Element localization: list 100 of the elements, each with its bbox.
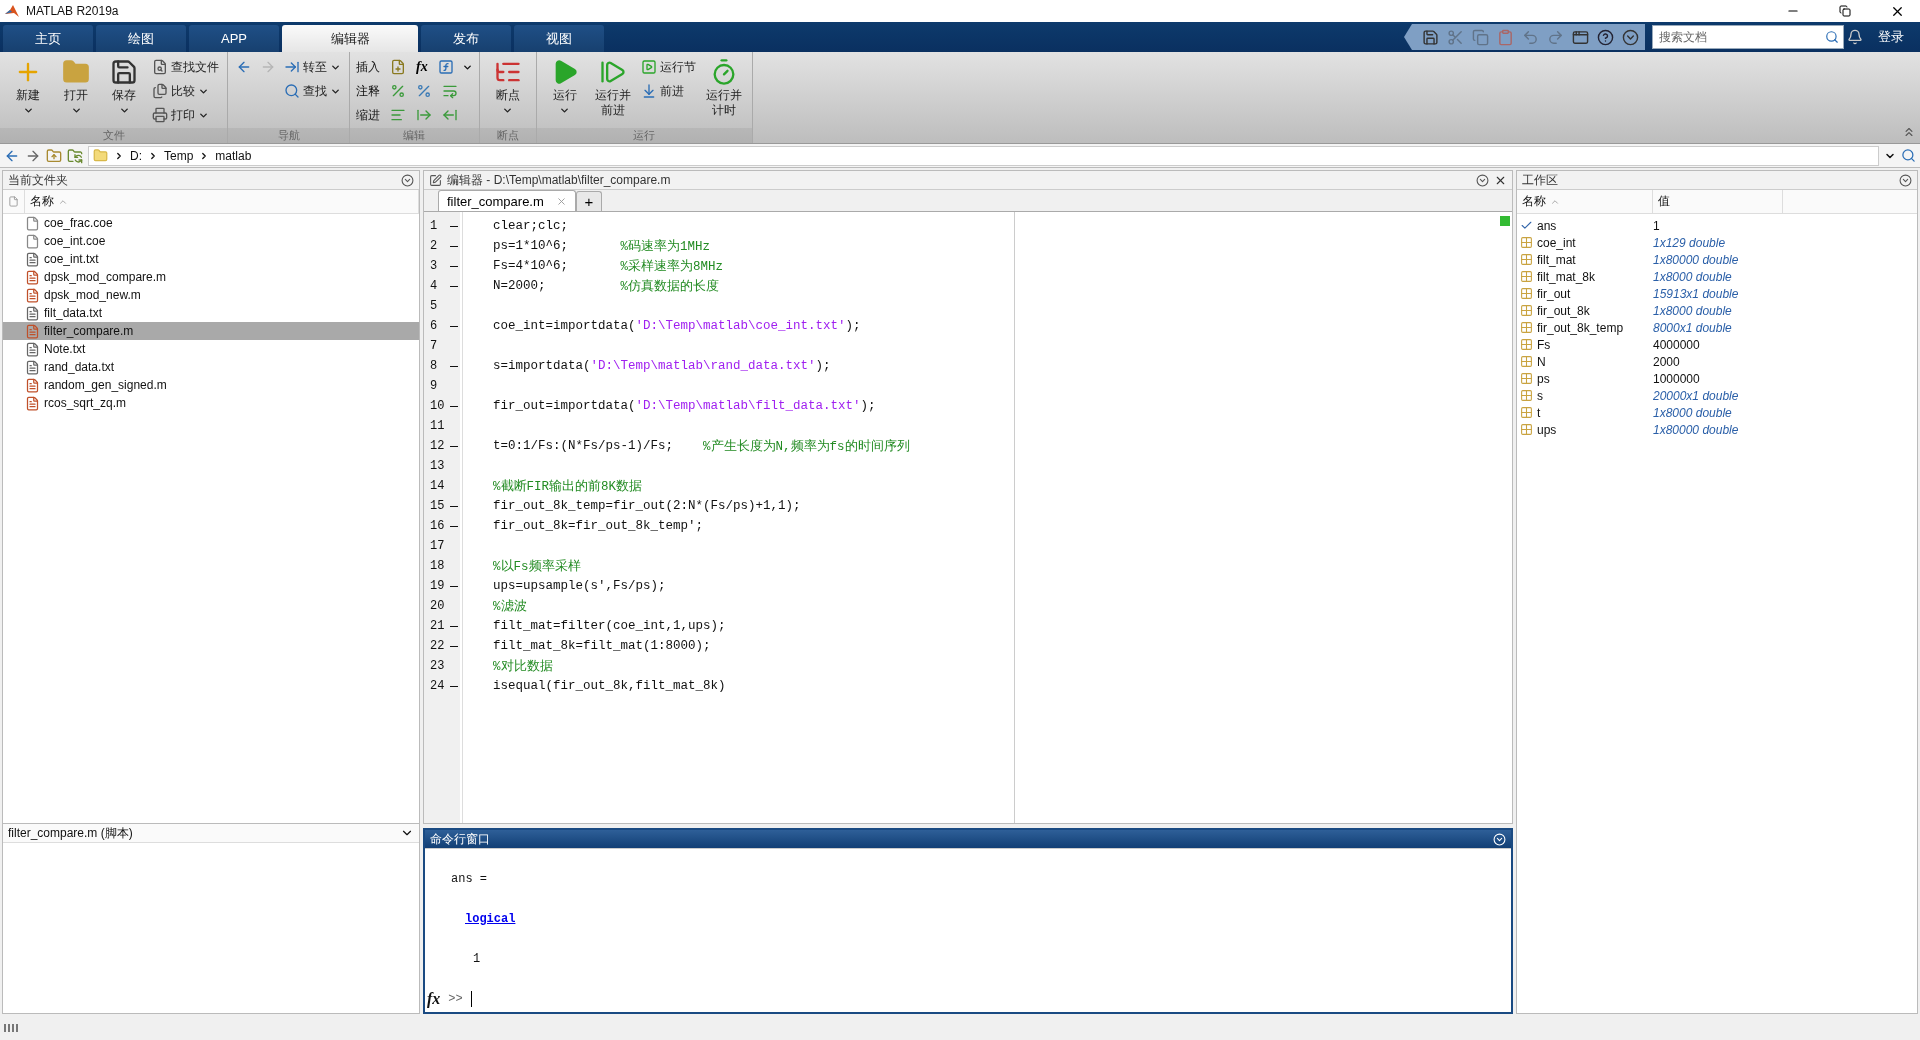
line-number: 15 bbox=[430, 499, 445, 513]
variable-name: ans bbox=[1517, 218, 1653, 233]
files-icon bbox=[152, 83, 168, 99]
ribbon-tab[interactable]: 编辑器 bbox=[282, 25, 418, 52]
toolbar-button[interactable]: 运行 bbox=[542, 56, 587, 118]
file-item[interactable]: filter_compare.m bbox=[3, 322, 419, 340]
breakpoint-marker[interactable] bbox=[450, 285, 458, 287]
panel-menu-icon[interactable] bbox=[1476, 173, 1489, 187]
quick-access-button[interactable] bbox=[1622, 28, 1639, 46]
quick-access-button[interactable] bbox=[1572, 28, 1589, 46]
quick-access-button[interactable] bbox=[1597, 28, 1614, 46]
variable-row[interactable]: ups 1x80000 double bbox=[1517, 421, 1917, 438]
search-field[interactable]: 搜索文档 bbox=[1652, 25, 1844, 49]
address-field[interactable]: D: Temp matlab bbox=[88, 145, 1879, 166]
variable-row[interactable]: fir_out 15913x1 double bbox=[1517, 285, 1917, 302]
file-item[interactable]: coe_frac.coe bbox=[3, 214, 419, 232]
toolbar-button[interactable]: 查找文件 bbox=[150, 56, 221, 78]
search-icon[interactable] bbox=[1901, 148, 1916, 163]
breakpoint-marker[interactable] bbox=[450, 325, 458, 327]
column-header[interactable]: 名称 bbox=[1517, 190, 1653, 213]
breakpoint-marker[interactable] bbox=[450, 245, 458, 247]
path-segment[interactable]: D: bbox=[130, 148, 142, 163]
text-file-icon bbox=[25, 341, 40, 357]
breakpoint-marker[interactable] bbox=[450, 645, 458, 647]
bell-icon[interactable] bbox=[1847, 29, 1863, 45]
ribbon-tab[interactable]: 绘图 bbox=[96, 25, 186, 52]
toolbar-button[interactable]: 保存 bbox=[102, 56, 146, 118]
file-item[interactable]: coe_int.coe bbox=[3, 232, 419, 250]
variable-row[interactable]: s 20000x1 double bbox=[1517, 387, 1917, 404]
folder-sync-icon[interactable] bbox=[67, 147, 83, 164]
breakpoint-marker[interactable] bbox=[450, 405, 458, 407]
login-button[interactable]: 登录 bbox=[1872, 27, 1910, 47]
search-input[interactable]: 搜索文档 bbox=[1657, 29, 1825, 45]
breakpoint-marker[interactable] bbox=[450, 685, 458, 687]
variable-row[interactable]: Fs 4000000 bbox=[1517, 336, 1917, 353]
toolbar-button[interactable]: 断点 bbox=[485, 56, 530, 118]
ribbon-tab[interactable]: 视图 bbox=[514, 25, 604, 52]
new-tab-button[interactable]: + bbox=[575, 191, 602, 211]
function-browser-button[interactable]: fx bbox=[427, 990, 441, 1008]
function-button[interactable]: fx bbox=[414, 59, 430, 75]
file-item[interactable]: dpsk_mod_new.m bbox=[3, 286, 419, 304]
panel-menu-icon[interactable] bbox=[401, 173, 414, 187]
ribbon-tab[interactable]: 主页 bbox=[3, 25, 93, 52]
code-comment: %仿真数据的长度 bbox=[620, 278, 720, 295]
ribbon-tab[interactable]: APP bbox=[189, 25, 279, 52]
toolbar-button[interactable]: 打印 bbox=[150, 104, 221, 126]
breakpoint-marker[interactable] bbox=[450, 585, 458, 587]
toolbar-button[interactable]: 打开 bbox=[54, 56, 98, 118]
breakpoint-marker[interactable] bbox=[450, 625, 458, 627]
variable-value: 1x8000 double bbox=[1653, 269, 1732, 284]
script-file-icon bbox=[25, 323, 40, 339]
file-item[interactable]: rand_data.txt bbox=[3, 358, 419, 376]
file-item[interactable]: coe_int.txt bbox=[3, 250, 419, 268]
variable-row[interactable]: filt_mat 1x80000 double bbox=[1517, 251, 1917, 268]
type-link[interactable]: logical bbox=[465, 912, 516, 926]
variable-row[interactable]: fir_out_8k_temp 8000x1 double bbox=[1517, 319, 1917, 336]
variable-row[interactable]: N 2000 bbox=[1517, 353, 1917, 370]
breakpoint-marker[interactable] bbox=[450, 265, 458, 267]
toolbar-button[interactable]: 比较 bbox=[150, 80, 221, 102]
toolbar-button[interactable]: 运行并前进 bbox=[590, 56, 635, 120]
code-string: 'D:\Temp\matlab\rand_data.txt' bbox=[590, 359, 816, 373]
variable-row[interactable]: ps 1000000 bbox=[1517, 370, 1917, 387]
breakpoint-marker[interactable] bbox=[450, 445, 458, 447]
breakpoint-marker[interactable] bbox=[450, 525, 458, 527]
file-item[interactable]: dpsk_mod_compare.m bbox=[3, 268, 419, 286]
editor-tab[interactable]: filter_compare.m bbox=[438, 190, 576, 211]
variable-row[interactable]: filt_mat_8k 1x8000 double bbox=[1517, 268, 1917, 285]
breakpoint-marker[interactable] bbox=[450, 225, 458, 227]
quick-access-button[interactable] bbox=[1422, 28, 1439, 46]
indent-icon bbox=[416, 107, 432, 123]
path-segment[interactable]: Temp bbox=[164, 148, 194, 163]
breakpoint-marker[interactable] bbox=[450, 505, 458, 507]
variable-row[interactable]: coe_int 1x129 double bbox=[1517, 234, 1917, 251]
toolbar-button[interactable]: 转至 bbox=[282, 56, 343, 78]
file-item[interactable]: rcos_sqrt_zq.m bbox=[3, 394, 419, 412]
collapse-icon[interactable] bbox=[1902, 125, 1916, 139]
toolbar-button[interactable]: 查找 bbox=[282, 80, 343, 102]
code-text: fir_out_8k_temp=fir_out(2:N*(Fs/ps)+1,1); bbox=[493, 499, 801, 513]
variable-row[interactable]: t 1x8000 double bbox=[1517, 404, 1917, 421]
file-item[interactable]: random_gen_signed.m bbox=[3, 376, 419, 394]
text-file-icon bbox=[25, 305, 40, 321]
code-comment: %以Fs频率采样 bbox=[493, 558, 581, 575]
folder-up-icon[interactable] bbox=[46, 147, 62, 164]
panel-menu-icon[interactable] bbox=[1899, 173, 1912, 187]
wrap-text-icon bbox=[442, 83, 458, 99]
column-header[interactable]: 值 bbox=[1653, 190, 1783, 213]
code-text: Fs=4*10^6; bbox=[493, 259, 569, 273]
file-item[interactable]: filt_data.txt bbox=[3, 304, 419, 322]
file-item[interactable]: Note.txt bbox=[3, 340, 419, 358]
breakpoint-marker[interactable] bbox=[450, 365, 458, 367]
step-forward-icon bbox=[598, 58, 627, 86]
toolbar-button[interactable]: 运行节 bbox=[638, 56, 698, 78]
toolbar-button[interactable]: 新建 bbox=[6, 56, 50, 118]
toolbar-button[interactable]: 前进 bbox=[638, 80, 698, 102]
variable-row[interactable]: ans 1 bbox=[1517, 217, 1917, 234]
ribbon-tab[interactable]: 发布 bbox=[421, 25, 511, 52]
variable-row[interactable]: fir_out_8k 1x8000 double bbox=[1517, 302, 1917, 319]
details-bar[interactable]: filter_compare.m (脚本) bbox=[3, 823, 419, 843]
path-segment[interactable]: matlab bbox=[215, 148, 252, 163]
toolbar-button[interactable]: 运行并计时 bbox=[701, 56, 746, 120]
